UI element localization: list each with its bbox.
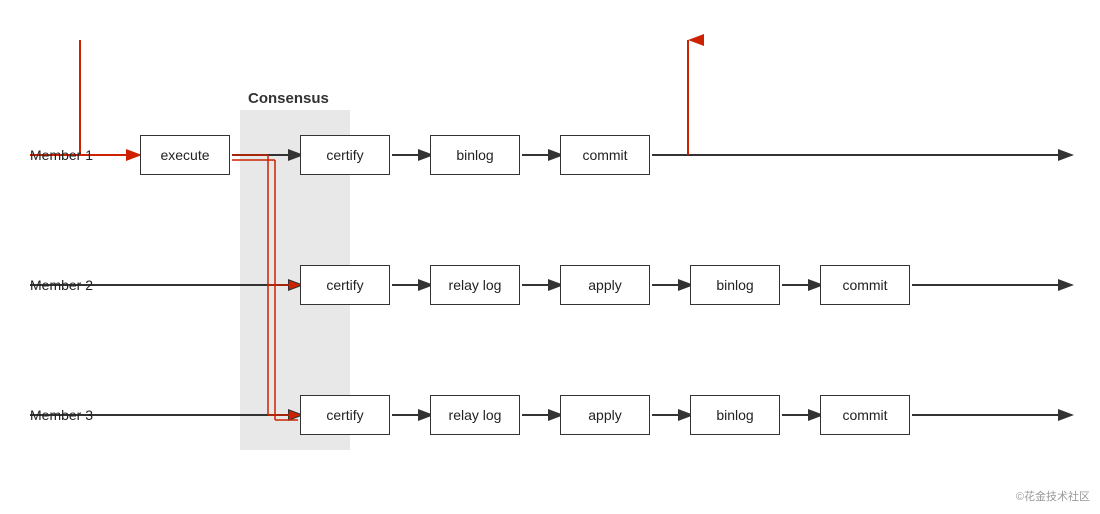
- m2-relaylog-box: relay log: [430, 265, 520, 305]
- m3-relaylog-box: relay log: [430, 395, 520, 435]
- arrows-svg: [0, 0, 1100, 514]
- m2-commit-box: commit: [820, 265, 910, 305]
- m3-commit-box: commit: [820, 395, 910, 435]
- m1-certify-box: certify: [300, 135, 390, 175]
- m2-apply-box: apply: [560, 265, 650, 305]
- m3-binlog-box: binlog: [690, 395, 780, 435]
- watermark: ©花金技术社区: [1016, 488, 1090, 504]
- m3-certify-box: certify: [300, 395, 390, 435]
- m3-apply-box: apply: [560, 395, 650, 435]
- execute-box: execute: [140, 135, 230, 175]
- m2-certify-box: certify: [300, 265, 390, 305]
- member2-label: Member 2: [30, 277, 93, 293]
- diagram: Consensus: [0, 0, 1100, 514]
- m2-binlog-box: binlog: [690, 265, 780, 305]
- m1-binlog-box: binlog: [430, 135, 520, 175]
- member3-label: Member 3: [30, 407, 93, 423]
- m1-commit-box: commit: [560, 135, 650, 175]
- member1-label: Member 1: [30, 147, 93, 163]
